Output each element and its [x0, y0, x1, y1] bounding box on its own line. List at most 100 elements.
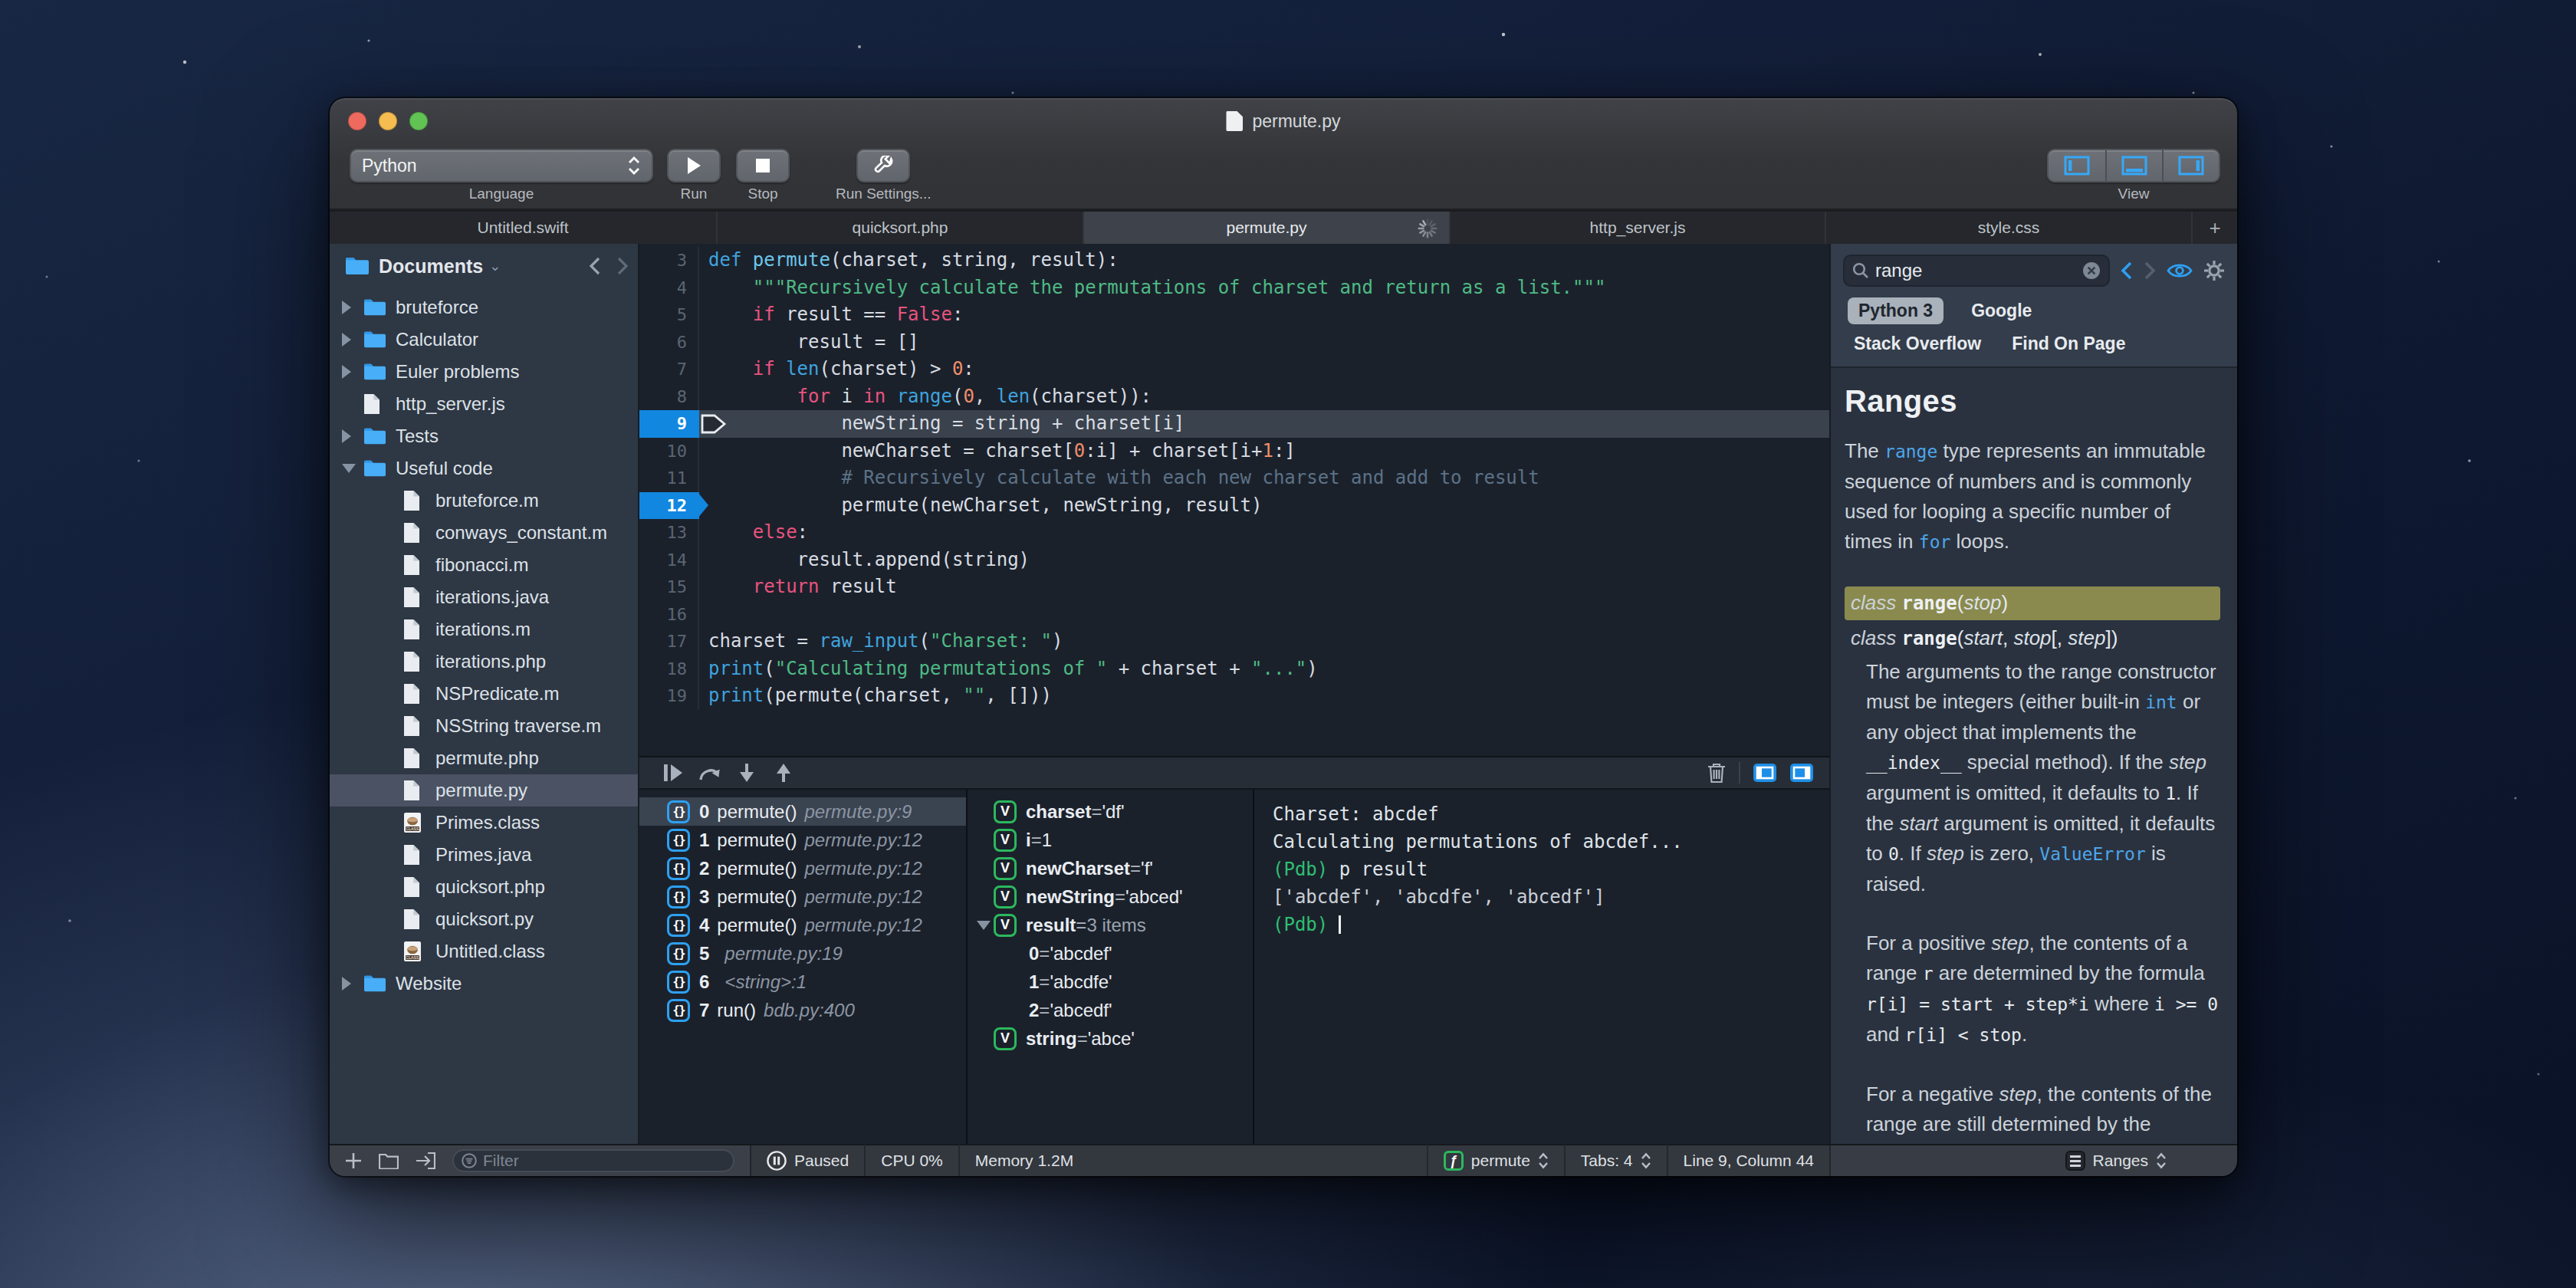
disclosure-triangle[interactable] — [342, 365, 363, 379]
stack-frame-6[interactable]: {}6<string>:1 — [639, 968, 966, 996]
stack-frame-5[interactable]: {}5permute.py:19 — [639, 939, 966, 968]
variable-newString[interactable]: VnewString = 'abced' — [968, 882, 1253, 911]
clear-console-button[interactable] — [1707, 762, 1727, 784]
close-button[interactable] — [348, 112, 366, 130]
file-tree-item-quicksort.py[interactable]: quicksort.py — [330, 903, 638, 935]
new-folder-button[interactable] — [379, 1152, 399, 1169]
file-tree-item-NSPredicate.m[interactable]: NSPredicate.m — [330, 678, 638, 710]
variable-i[interactable]: Vi = 1 — [968, 826, 1253, 854]
variable-charset[interactable]: Vcharset = 'df' — [968, 797, 1253, 826]
line-number[interactable]: 11 — [639, 465, 699, 492]
line-number[interactable]: 10 — [639, 438, 699, 465]
file-tree-item-Calculator[interactable]: Calculator — [330, 324, 638, 356]
forward-button[interactable] — [616, 257, 629, 275]
disclosure-triangle[interactable] — [342, 301, 363, 314]
file-tree-item-Website[interactable]: Website — [330, 968, 638, 1000]
disclosure-triangle[interactable] — [342, 333, 363, 347]
stop-button[interactable] — [736, 149, 790, 182]
line-number[interactable]: 6 — [639, 329, 699, 356]
file-tree-item-Useful code[interactable]: Useful code — [330, 452, 638, 485]
minimize-button[interactable] — [379, 112, 397, 130]
file-tree-item-permute.php[interactable]: permute.php — [330, 742, 638, 774]
line-number[interactable]: 12 — [639, 492, 699, 520]
variable-2[interactable]: 2 = 'abcedf' — [968, 996, 1253, 1024]
file-tree-item-quicksort.php[interactable]: quicksort.php — [330, 871, 638, 903]
line-number[interactable]: 8 — [639, 383, 699, 411]
file-tree-item-bruteforce[interactable]: bruteforce — [330, 291, 638, 324]
add-file-button[interactable] — [345, 1152, 362, 1169]
file-tree-item-Tests[interactable]: Tests — [330, 420, 638, 452]
docs-tab-Python 3[interactable]: Python 3 — [1848, 297, 1944, 324]
disclosure-triangle[interactable] — [342, 977, 363, 991]
disclosure-triangle[interactable] — [342, 464, 363, 473]
tab-Untitled.swift[interactable]: Untitled.swift — [330, 212, 718, 244]
view-left-panel-button[interactable] — [2049, 150, 2105, 181]
toggle-right-console-button[interactable] — [1789, 763, 1814, 783]
docs-forward-button[interactable] — [2144, 261, 2156, 280]
file-tree-item-conways_constant.m[interactable]: conways_constant.m — [330, 517, 638, 549]
back-button[interactable] — [589, 257, 601, 275]
docs-tab-Google[interactable]: Google — [1971, 301, 2032, 321]
disclosure-triangle[interactable] — [342, 429, 363, 443]
file-tree-item-NSString traverse.m[interactable]: NSString traverse.m — [330, 710, 638, 742]
run-settings-button[interactable] — [856, 149, 910, 182]
tab-style.css[interactable]: style.css — [1826, 212, 2193, 244]
stack-frame-1[interactable]: {}1permute()permute.py:12 — [639, 826, 966, 854]
file-tree-item-iterations.php[interactable]: iterations.php — [330, 646, 638, 678]
toggle-left-console-button[interactable] — [1753, 763, 1777, 783]
step-over-button[interactable] — [692, 764, 728, 781]
run-button[interactable] — [667, 149, 721, 182]
line-number[interactable]: 9 — [639, 410, 699, 438]
gear-icon[interactable] — [2203, 260, 2225, 281]
file-tree-item-iterations.java[interactable]: iterations.java — [330, 581, 638, 613]
view-bottom-panel-button[interactable] — [2105, 150, 2162, 181]
docs-search-field[interactable]: range — [1843, 255, 2110, 287]
line-number[interactable]: 18 — [639, 656, 699, 683]
line-number[interactable]: 17 — [639, 628, 699, 656]
docs-tab-Find On Page[interactable]: Find On Page — [2012, 334, 2125, 354]
console-pane[interactable]: Charset: abcdefCalculating permutations … — [1254, 790, 1829, 1144]
view-right-panel-button[interactable] — [2162, 150, 2219, 181]
file-tree-item-Primes.class[interactable]: CLASSPrimes.class — [330, 807, 638, 839]
file-tree-item-bruteforce.m[interactable]: bruteforce.m — [330, 485, 638, 517]
code-editor[interactable]: 3def permute(charset, string, result):4 … — [639, 244, 1829, 756]
reveal-in-finder-button[interactable] — [416, 1152, 435, 1169]
file-tree-item-Untitled.class[interactable]: CLASSUntitled.class — [330, 935, 638, 968]
line-number[interactable]: 19 — [639, 682, 699, 710]
line-number[interactable]: 4 — [639, 274, 699, 302]
stack-frame-0[interactable]: {}0permute()permute.py:9 — [639, 797, 966, 826]
line-number[interactable]: 5 — [639, 301, 699, 329]
file-tree-item-iterations.m[interactable]: iterations.m — [330, 613, 638, 646]
line-number[interactable]: 16 — [639, 601, 699, 629]
eye-icon[interactable] — [2167, 261, 2193, 280]
stack-frame-4[interactable]: {}4permute()permute.py:12 — [639, 911, 966, 939]
file-tree-item-permute.py[interactable]: permute.py — [330, 774, 638, 807]
line-number[interactable]: 13 — [639, 519, 699, 547]
variable-result[interactable]: Vresult = 3 items — [968, 911, 1253, 939]
tabs-selector[interactable]: Tabs: 4 — [1566, 1152, 1667, 1170]
scope-selector[interactable]: ƒ permute — [1428, 1151, 1564, 1171]
file-tree-item-fibonacci.m[interactable]: fibonacci.m — [330, 549, 638, 581]
tab-http_server.js[interactable]: http_server.js — [1451, 212, 1826, 244]
documents-root[interactable]: Documents — [379, 255, 483, 278]
tab-permute.py[interactable]: permute.py — [1084, 212, 1451, 244]
docs-back-button[interactable] — [2121, 261, 2133, 280]
line-number[interactable]: 7 — [639, 356, 699, 383]
filter-input[interactable]: Filter — [452, 1149, 734, 1172]
variable-newCharset[interactable]: VnewCharset = 'f' — [968, 854, 1253, 882]
disclosure-triangle[interactable] — [977, 921, 994, 930]
stack-frame-7[interactable]: {}7run()bdb.py:400 — [639, 996, 966, 1024]
tab-quicksort.php[interactable]: quicksort.php — [718, 212, 1084, 244]
stack-frame-3[interactable]: {}3permute()permute.py:12 — [639, 882, 966, 911]
line-number[interactable]: 15 — [639, 573, 699, 601]
variable-0[interactable]: 0 = 'abcdef' — [968, 939, 1253, 968]
zoom-button[interactable] — [409, 112, 428, 130]
variable-1[interactable]: 1 = 'abcdfe' — [968, 968, 1253, 996]
stack-frame-2[interactable]: {}2permute()permute.py:12 — [639, 854, 966, 882]
step-out-button[interactable] — [765, 763, 802, 783]
language-dropdown[interactable]: Python — [350, 149, 653, 182]
line-number[interactable]: 3 — [639, 247, 699, 274]
variable-string[interactable]: Vstring = 'abce' — [968, 1024, 1253, 1053]
file-tree-item-Euler problems[interactable]: Euler problems — [330, 356, 638, 388]
file-tree-item-Primes.java[interactable]: Primes.java — [330, 839, 638, 871]
